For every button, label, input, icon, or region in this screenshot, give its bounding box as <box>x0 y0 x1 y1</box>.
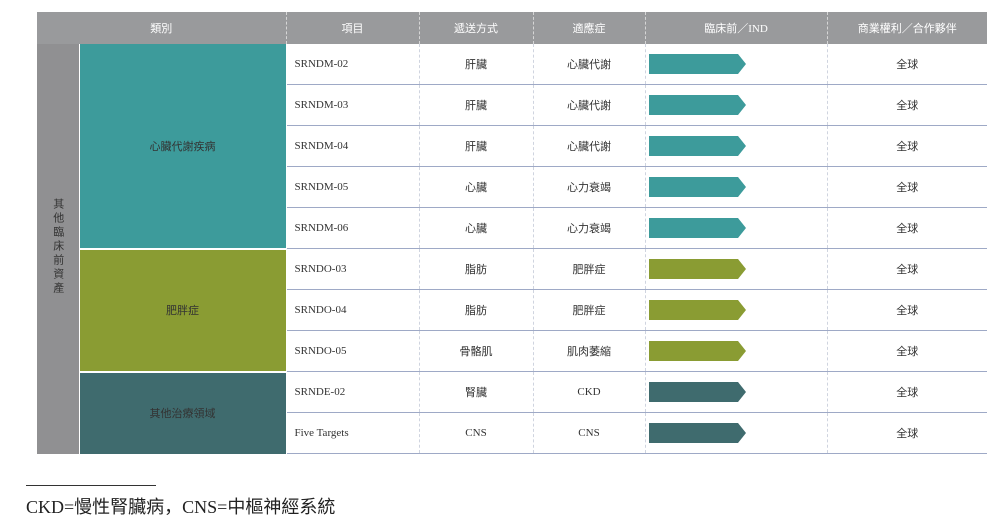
group-label: 其他臨床前資產 <box>51 198 64 297</box>
cell-phase-bar <box>645 84 828 126</box>
cell-phase-bar <box>645 371 828 413</box>
cell-rights: 全球 <box>827 166 987 208</box>
phase-arrow-bar <box>648 259 746 279</box>
cell-project: SRNDO-03 <box>286 248 420 290</box>
pipeline-table: 類別 項目 遞送方式 適應症 臨床前／IND 商業權利／合作夥伴 其他臨床前資產… <box>37 12 987 454</box>
phase-arrow-shape <box>648 54 746 74</box>
cell-project: Five Targets <box>286 412 420 454</box>
phase-arrow-shape <box>648 259 746 279</box>
cell-delivery: CNS <box>419 412 534 454</box>
table-row: 肥胖症 SRNDO-03 脂肪 肥胖症 全球 <box>37 248 987 373</box>
cell-delivery: 肝臟 <box>419 44 534 85</box>
cell-indication: 心臟代謝 <box>533 44 646 85</box>
cell-rights: 全球 <box>827 248 987 290</box>
phase-arrow-bar <box>648 423 746 443</box>
phase-arrow-bar <box>648 136 746 156</box>
cell-delivery: 心臟 <box>419 166 534 208</box>
cell-delivery: 脂肪 <box>419 289 534 331</box>
cell-rights: 全球 <box>827 125 987 167</box>
phase-arrow-bar <box>648 218 746 238</box>
header-project: 項目 <box>286 12 420 44</box>
phase-arrow-shape <box>648 95 746 115</box>
cell-delivery: 肝臟 <box>419 84 534 126</box>
cell-rights: 全球 <box>827 207 987 249</box>
cell-rights: 全球 <box>827 371 987 413</box>
cell-project: SRNDM-05 <box>286 166 420 208</box>
cell-indication: 心力衰竭 <box>533 207 646 249</box>
cell-project: SRNDM-03 <box>286 84 420 126</box>
cell-delivery: 脂肪 <box>419 248 534 290</box>
header-row: 類別 項目 遞送方式 適應症 臨床前／IND 商業權利／合作夥伴 <box>37 12 987 44</box>
cell-phase-bar <box>645 330 828 372</box>
cell-indication: 心力衰竭 <box>533 166 646 208</box>
group-other-preclinical-assets: 其他臨床前資產 <box>37 44 80 454</box>
footnote-rule <box>26 485 156 486</box>
cell-project: SRNDM-04 <box>286 125 420 167</box>
cell-project: SRNDO-04 <box>286 289 420 331</box>
phase-arrow-shape <box>648 341 746 361</box>
header-delivery: 遞送方式 <box>419 12 534 44</box>
header-indication: 適應症 <box>533 12 646 44</box>
category-obesity: 肥胖症 <box>79 248 287 373</box>
phase-arrow-shape <box>648 423 746 443</box>
cell-indication: 肥胖症 <box>533 289 646 331</box>
pipeline-page: 類別 項目 遞送方式 適應症 臨床前／IND 商業權利／合作夥伴 其他臨床前資產… <box>0 0 1000 522</box>
footnote: CKD=慢性腎臟病，CNS=中樞神經系統 <box>26 497 336 517</box>
cell-indication: 肥胖症 <box>533 248 646 290</box>
cell-delivery: 肝臟 <box>419 125 534 167</box>
phase-arrow-bar <box>648 95 746 115</box>
header-preclinical-ind: 臨床前／IND <box>645 12 828 44</box>
table-row: 其他治療領域 SRNDE-02 腎臟 CKD 全球 <box>37 371 987 454</box>
cell-delivery: 骨骼肌 <box>419 330 534 372</box>
cell-indication: CNS <box>533 412 646 454</box>
phase-arrow-shape <box>648 136 746 156</box>
cell-indication: 肌肉萎縮 <box>533 330 646 372</box>
cell-phase-bar <box>645 207 828 249</box>
phase-arrow-bar <box>648 382 746 402</box>
header-rights-partner: 商業權利／合作夥伴 <box>827 12 987 44</box>
cell-delivery: 心臟 <box>419 207 534 249</box>
phase-arrow-shape <box>648 382 746 402</box>
cell-project: SRNDM-06 <box>286 207 420 249</box>
cell-indication: CKD <box>533 371 646 413</box>
cell-phase-bar <box>645 125 828 167</box>
category-cardiometabolic: 心臟代謝疾病 <box>79 44 287 250</box>
phase-arrow-bar <box>648 177 746 197</box>
phase-arrow-shape <box>648 218 746 238</box>
cell-project: SRNDM-02 <box>286 44 420 85</box>
cell-project: SRNDE-02 <box>286 371 420 413</box>
cell-rights: 全球 <box>827 44 987 85</box>
cell-rights: 全球 <box>827 84 987 126</box>
cell-indication: 心臟代謝 <box>533 84 646 126</box>
phase-arrow-shape <box>648 177 746 197</box>
cell-project: SRNDO-05 <box>286 330 420 372</box>
cell-rights: 全球 <box>827 412 987 454</box>
cell-delivery: 腎臟 <box>419 371 534 413</box>
phase-arrow-bar <box>648 341 746 361</box>
cell-indication: 心臟代謝 <box>533 125 646 167</box>
phase-arrow-shape <box>648 300 746 320</box>
cell-phase-bar <box>645 412 828 454</box>
cell-phase-bar <box>645 248 828 290</box>
header-category: 類別 <box>37 12 287 44</box>
phase-arrow-bar <box>648 54 746 74</box>
cell-rights: 全球 <box>827 289 987 331</box>
cell-phase-bar <box>645 289 828 331</box>
cell-phase-bar <box>645 166 828 208</box>
phase-arrow-bar <box>648 300 746 320</box>
cell-phase-bar <box>645 44 828 85</box>
cell-rights: 全球 <box>827 330 987 372</box>
table-row: 其他臨床前資產 心臟代謝疾病 SRNDM-02 肝臟 心臟代謝 全球 <box>37 44 987 454</box>
category-other-therapeutic: 其他治療領域 <box>79 371 287 454</box>
